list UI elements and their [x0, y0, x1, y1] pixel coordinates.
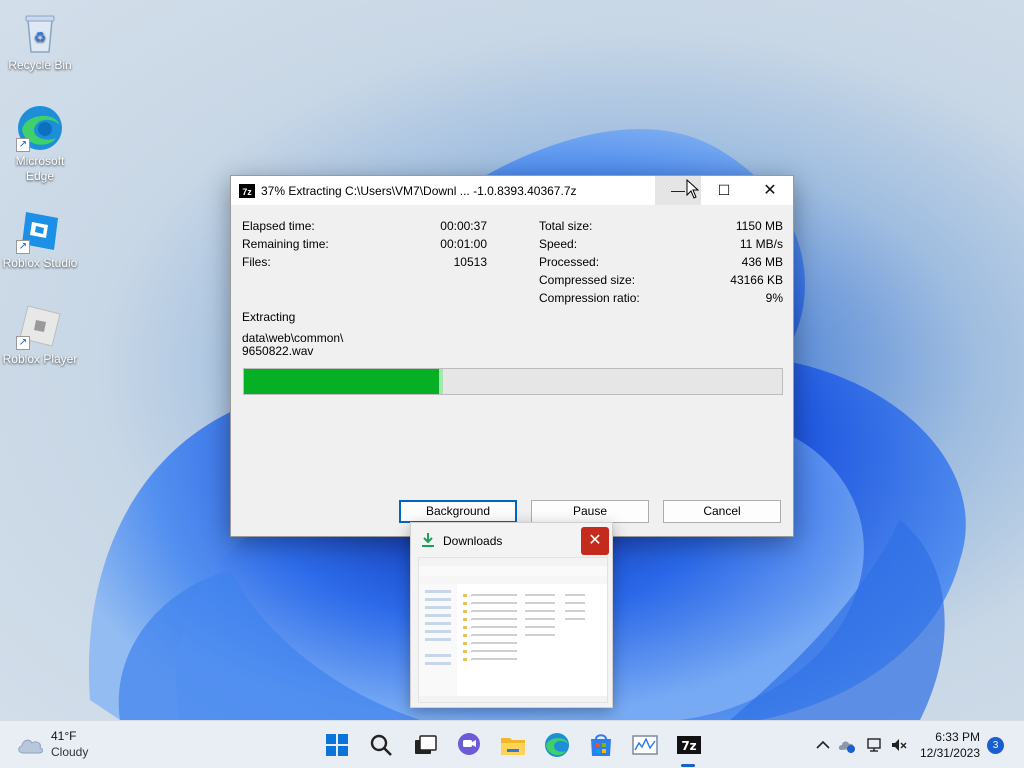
desktop-icon-recycle-bin[interactable]: ♻ Recycle Bin — [0, 8, 80, 73]
clock-time[interactable]: 6:33 PM — [935, 730, 980, 744]
close-icon: ✕ — [763, 182, 777, 199]
start-button[interactable] — [323, 731, 351, 759]
seven-zip-taskbar-icon[interactable]: 7z — [675, 731, 703, 759]
desktop-icon-label: Recycle Bin — [8, 58, 72, 72]
close-icon: ✕ — [588, 532, 602, 549]
files-value: 10513 — [453, 255, 487, 269]
dialog-title: 37% Extracting C:\Users\VM7\Downl ... -1… — [261, 183, 577, 198]
processed-label: Processed: — [539, 255, 600, 269]
current-file-path: data\web\common\ — [242, 331, 344, 345]
volume-muted-icon[interactable] — [890, 736, 908, 754]
current-file-name: 9650822.wav — [242, 344, 314, 358]
clock-date[interactable]: 12/31/2023 — [920, 746, 980, 760]
desktop-icon-roblox-studio[interactable]: ↗ Roblox Studio — [0, 206, 80, 271]
svg-text:♻: ♻ — [34, 30, 47, 46]
edge-taskbar-icon[interactable] — [543, 731, 571, 759]
desktop-icon-label: Microsoft Edge — [15, 154, 65, 183]
extract-progress-dialog: 7z 37% Extracting C:\Users\VM7\Downl ...… — [230, 175, 794, 537]
compression-ratio-label: Compression ratio: — [539, 291, 640, 305]
resource-monitor-icon[interactable] — [631, 731, 659, 759]
search-icon[interactable] — [367, 731, 395, 759]
processed-value: 436 MB — [741, 255, 783, 269]
file-explorer-icon[interactable] — [499, 731, 527, 759]
files-label: Files: — [242, 255, 271, 269]
speed-label: Speed: — [539, 237, 578, 251]
shortcut-arrow-icon: ↗ — [16, 240, 30, 254]
weather-condition[interactable]: Cloudy — [51, 745, 88, 759]
close-button[interactable]: ✕ — [747, 176, 793, 205]
remaining-time-value: 00:01:00 — [440, 237, 487, 251]
thumbnail-window-image — [418, 557, 608, 703]
total-size-value: 1150 MB — [735, 219, 783, 233]
notification-badge[interactable]: 3 — [987, 737, 1004, 754]
compressed-size-label: Compressed size: — [539, 273, 636, 287]
weather-temperature[interactable]: 41°F — [51, 729, 76, 743]
dialog-titlebar[interactable]: 7z 37% Extracting C:\Users\VM7\Downl ...… — [231, 176, 793, 205]
desktop-icon-microsoft-edge[interactable]: ↗ Microsoft Edge — [0, 104, 80, 184]
taskbar: 41°F Cloudy 7z 6:33 PM 12/31/2023 3 — [0, 720, 1024, 768]
recycle-bin-icon: ♻ — [16, 8, 64, 56]
onedrive-sync-icon[interactable] — [838, 736, 856, 754]
roblox-studio-icon: ↗ — [16, 206, 64, 254]
downloads-thumbnail-preview[interactable]: Downloads ✕ — [410, 522, 613, 708]
active-app-indicator — [681, 764, 695, 767]
network-icon[interactable] — [866, 736, 884, 754]
operation-status: Extracting — [242, 310, 296, 324]
edge-icon: ↗ — [16, 104, 64, 152]
cancel-button[interactable]: Cancel — [663, 500, 781, 523]
desktop-icon-roblox-player[interactable]: ↗ Roblox Player — [0, 302, 80, 367]
seven-zip-app-icon: 7z — [239, 183, 255, 198]
roblox-player-icon: ↗ — [16, 302, 64, 350]
desktop-icon-label: Roblox Studio — [2, 256, 78, 270]
compression-ratio-value: 9% — [765, 291, 783, 305]
extraction-progress-bar — [243, 368, 783, 395]
thumbnail-title: Downloads — [443, 534, 503, 548]
minimize-icon: — — [671, 182, 685, 198]
speed-value: 11 MB/s — [739, 237, 783, 251]
pause-button[interactable]: Pause — [531, 500, 649, 523]
cloud-icon — [18, 739, 43, 754]
total-size-label: Total size: — [539, 219, 593, 233]
chat-icon[interactable] — [455, 731, 483, 759]
desktop-icon-label: Roblox Player — [2, 352, 78, 366]
thumbnail-close-button[interactable]: ✕ — [581, 527, 609, 555]
store-icon[interactable] — [587, 731, 615, 759]
shortcut-arrow-icon: ↗ — [16, 336, 30, 350]
compressed-size-value: 43166 KB — [730, 273, 783, 287]
maximize-button[interactable]: ☐ — [701, 176, 747, 205]
background-button[interactable]: Background — [399, 500, 517, 523]
remaining-time-label: Remaining time: — [242, 237, 329, 251]
svg-text:7z: 7z — [681, 739, 696, 753]
shortcut-arrow-icon: ↗ — [16, 138, 30, 152]
maximize-icon: ☐ — [717, 182, 731, 198]
elapsed-time-value: 00:00:37 — [440, 219, 487, 233]
chevron-up-icon[interactable] — [814, 736, 832, 754]
download-icon — [422, 533, 434, 547]
task-view-icon[interactable] — [411, 731, 439, 759]
progress-fill — [244, 369, 444, 394]
mouse-cursor-icon — [686, 179, 700, 199]
elapsed-time-label: Elapsed time: — [242, 219, 315, 233]
